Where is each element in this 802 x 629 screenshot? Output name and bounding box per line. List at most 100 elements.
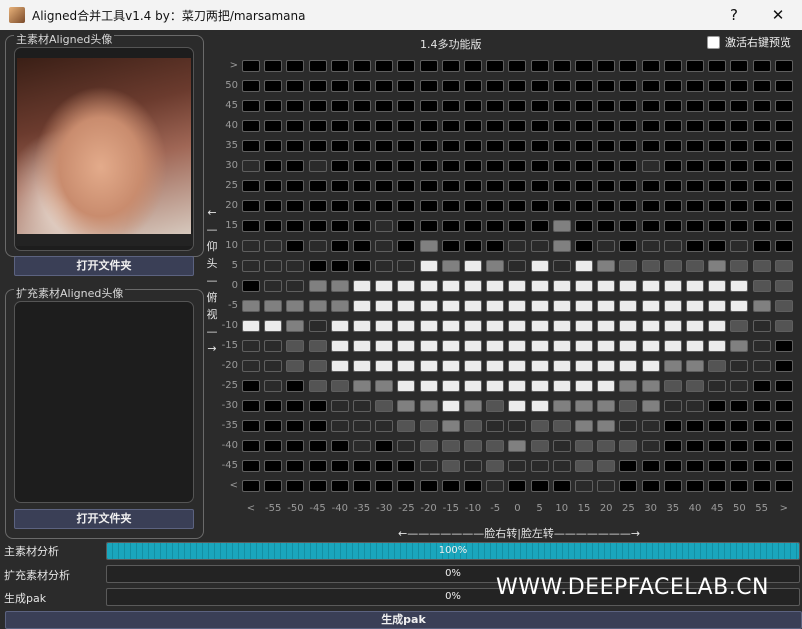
angle-cell[interactable] <box>708 180 727 192</box>
angle-cell[interactable] <box>375 240 394 252</box>
angle-cell[interactable] <box>663 140 682 152</box>
angle-cell[interactable] <box>508 360 527 372</box>
angle-cell[interactable] <box>752 380 771 392</box>
angle-cell[interactable] <box>330 360 349 372</box>
angle-cell[interactable] <box>597 160 616 172</box>
angle-cell[interactable] <box>686 180 704 192</box>
angle-cell[interactable] <box>397 240 416 252</box>
angle-cell[interactable] <box>530 260 549 272</box>
angle-cell[interactable] <box>464 420 482 432</box>
angle-cell[interactable] <box>530 140 549 152</box>
angle-cell[interactable] <box>264 360 283 372</box>
angle-cell[interactable] <box>353 140 371 152</box>
angle-cell[interactable] <box>552 400 571 412</box>
angle-cell[interactable] <box>663 480 682 492</box>
angle-cell[interactable] <box>575 240 593 252</box>
angle-cell[interactable] <box>264 100 283 112</box>
angle-cell[interactable] <box>242 120 260 132</box>
angle-cell[interactable] <box>464 80 482 92</box>
angle-cell[interactable] <box>264 300 283 312</box>
angle-cell[interactable] <box>308 420 327 432</box>
angle-cell[interactable] <box>353 380 371 392</box>
angle-cell[interactable] <box>330 180 349 192</box>
angle-cell[interactable] <box>552 200 571 212</box>
angle-cell[interactable] <box>464 100 482 112</box>
angle-cell[interactable] <box>508 480 527 492</box>
angle-cell[interactable] <box>708 260 727 272</box>
angle-cell[interactable] <box>308 60 327 72</box>
angle-cell[interactable] <box>242 400 260 412</box>
angle-cell[interactable] <box>308 240 327 252</box>
angle-cell[interactable] <box>575 140 593 152</box>
angle-cell[interactable] <box>641 160 660 172</box>
angle-cell[interactable] <box>508 80 527 92</box>
angle-cell[interactable] <box>486 160 505 172</box>
angle-cell[interactable] <box>730 220 749 232</box>
angle-cell[interactable] <box>264 220 283 232</box>
angle-cell[interactable] <box>663 180 682 192</box>
angle-cell[interactable] <box>242 80 260 92</box>
angle-cell[interactable] <box>486 380 505 392</box>
angle-cell[interactable] <box>242 220 260 232</box>
angle-cell[interactable] <box>663 240 682 252</box>
angle-cell[interactable] <box>752 320 771 332</box>
angle-cell[interactable] <box>663 160 682 172</box>
angle-cell[interactable] <box>575 320 593 332</box>
angle-cell[interactable] <box>286 160 305 172</box>
angle-cell[interactable] <box>353 160 371 172</box>
angle-cell[interactable] <box>774 180 793 192</box>
angle-cell[interactable] <box>419 420 438 432</box>
angle-cell[interactable] <box>708 140 727 152</box>
angle-cell[interactable] <box>686 80 704 92</box>
angle-cell[interactable] <box>641 240 660 252</box>
angle-cell[interactable] <box>774 320 793 332</box>
angle-cell[interactable] <box>552 240 571 252</box>
angle-cell[interactable] <box>552 300 571 312</box>
angle-cell[interactable] <box>686 360 704 372</box>
angle-cell[interactable] <box>552 180 571 192</box>
angle-cell[interactable] <box>752 220 771 232</box>
angle-cell[interactable] <box>264 140 283 152</box>
angle-cell[interactable] <box>686 380 704 392</box>
angle-cell[interactable] <box>419 80 438 92</box>
angle-cell[interactable] <box>619 460 638 472</box>
main-open-folder-button[interactable]: 打开文件夹 <box>14 256 194 276</box>
angle-cell[interactable] <box>419 140 438 152</box>
angle-cell[interactable] <box>353 260 371 272</box>
angle-cell[interactable] <box>441 420 460 432</box>
angle-cell[interactable] <box>597 480 616 492</box>
angle-cell[interactable] <box>441 300 460 312</box>
angle-cell[interactable] <box>686 480 704 492</box>
angle-cell[interactable] <box>663 60 682 72</box>
angle-cell[interactable] <box>575 360 593 372</box>
angle-cell[interactable] <box>508 380 527 392</box>
angle-cell[interactable] <box>353 220 371 232</box>
angle-cell[interactable] <box>264 200 283 212</box>
angle-cell[interactable] <box>397 340 416 352</box>
angle-cell[interactable] <box>663 220 682 232</box>
angle-cell[interactable] <box>597 240 616 252</box>
angle-cell[interactable] <box>508 400 527 412</box>
angle-cell[interactable] <box>619 80 638 92</box>
angle-cell[interactable] <box>397 100 416 112</box>
angle-cell[interactable] <box>486 120 505 132</box>
angle-cell[interactable] <box>597 280 616 292</box>
angle-cell[interactable] <box>552 160 571 172</box>
angle-cell[interactable] <box>730 180 749 192</box>
angle-cell[interactable] <box>530 320 549 332</box>
angle-cell[interactable] <box>552 480 571 492</box>
angle-cell[interactable] <box>575 200 593 212</box>
angle-cell[interactable] <box>286 180 305 192</box>
angle-cell[interactable] <box>663 460 682 472</box>
angle-cell[interactable] <box>264 460 283 472</box>
angle-cell[interactable] <box>486 400 505 412</box>
angle-cell[interactable] <box>663 320 682 332</box>
angle-cell[interactable] <box>641 80 660 92</box>
angle-cell[interactable] <box>686 160 704 172</box>
angle-cell[interactable] <box>441 320 460 332</box>
angle-cell[interactable] <box>708 220 727 232</box>
angle-cell[interactable] <box>575 400 593 412</box>
angle-cell[interactable] <box>597 440 616 452</box>
angle-cell[interactable] <box>353 280 371 292</box>
angle-cell[interactable] <box>330 80 349 92</box>
